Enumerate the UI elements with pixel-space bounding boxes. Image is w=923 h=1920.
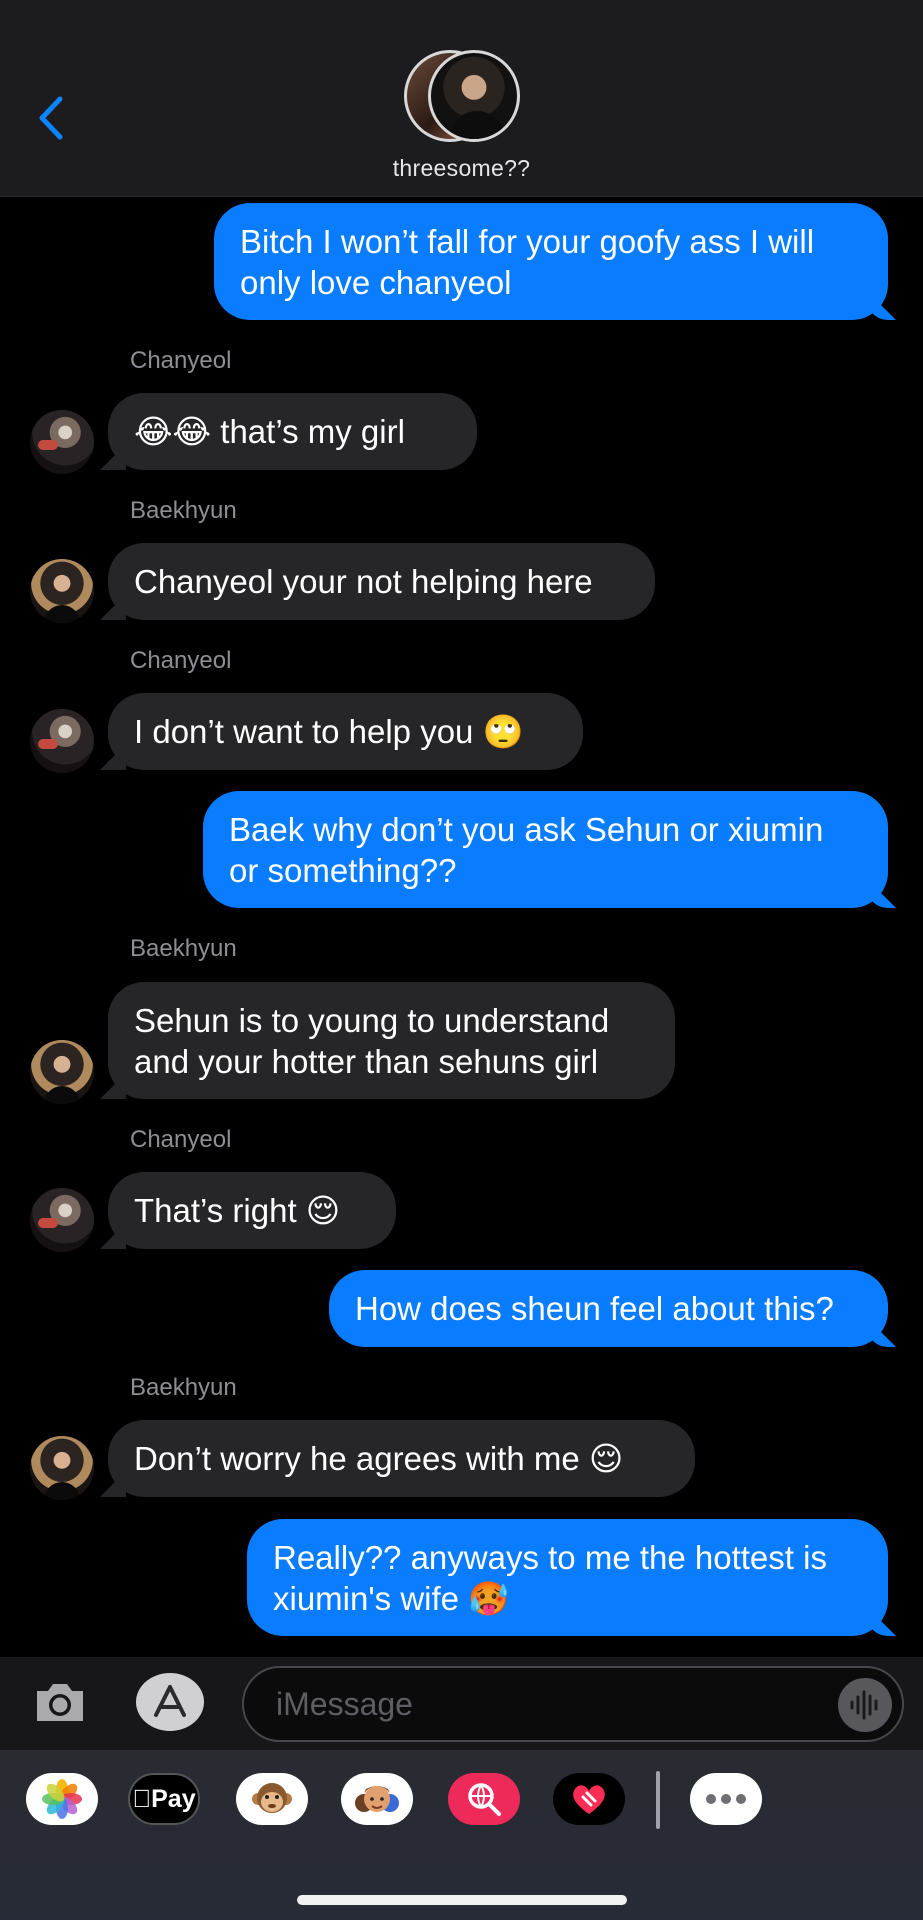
sender-name: Baekhyun [130, 935, 237, 962]
back-button[interactable] [30, 92, 70, 144]
message-thread: Bitch I won’t fall for your goofy ass I … [0, 197, 923, 1657]
imessage-app-drawer: Pay [0, 1750, 923, 1920]
outgoing-message-bubble[interactable]: Really?? anyways to me the hottest is xi… [247, 1519, 888, 1636]
avatar-chanyeol[interactable] [30, 1188, 94, 1252]
incoming-message-bubble[interactable]: I don’t want to help you 🙄 [108, 693, 583, 770]
message-text: Sehun is to young to understand and your… [134, 1002, 610, 1080]
conversation-header: threesome?? [0, 0, 923, 197]
photos-icon [42, 1779, 82, 1819]
sender-name: Chanyeol [130, 1126, 232, 1153]
audio-message-button[interactable] [838, 1678, 892, 1732]
member-avatar-front [428, 50, 520, 142]
outgoing-message-bubble[interactable]: Bitch I won’t fall for your goofy ass I … [214, 203, 888, 320]
globe-search-icon [468, 1783, 501, 1816]
app-store-button[interactable] [136, 1673, 204, 1731]
message-text: That’s right 😌 [134, 1192, 341, 1229]
sender-name: Baekhyun [130, 497, 237, 524]
sender-name: Chanyeol [130, 347, 232, 374]
sender-name: Chanyeol [130, 647, 232, 674]
incoming-message-bubble[interactable]: Chanyeol your not helping here [108, 543, 655, 620]
avatar-baekhyun[interactable] [30, 1040, 94, 1104]
incoming-message-bubble[interactable]: That’s right 😌 [108, 1172, 396, 1249]
incoming-message-bubble[interactable]: 😂😂 that’s my girl [108, 393, 477, 470]
message-text: Baek why don’t you ask Sehun or xiumin o… [229, 811, 824, 889]
message-text: Really?? anyways to me the hottest is xi… [273, 1539, 827, 1617]
avatar-baekhyun[interactable] [30, 1436, 94, 1500]
group-avatar[interactable] [404, 48, 520, 144]
group-name[interactable]: threesome?? [0, 155, 923, 182]
avatar-baekhyun[interactable] [30, 559, 94, 623]
waveform-icon [850, 1690, 878, 1720]
digital-touch-button[interactable] [553, 1773, 625, 1825]
app-store-icon [154, 1685, 186, 1717]
incoming-message-bubble[interactable]: Don’t worry he agrees with me 😌 [108, 1420, 695, 1497]
apple-pay-button[interactable]: Pay [128, 1773, 200, 1825]
message-text: How does sheun feel about this? [355, 1290, 834, 1327]
message-text: 😂😂 that’s my girl [134, 413, 405, 450]
app-drawer-divider [656, 1771, 660, 1829]
more-icon [706, 1794, 746, 1804]
message-text: Don’t worry he agrees with me 😌 [134, 1440, 624, 1477]
apple-pay-label: Pay [132, 1784, 195, 1813]
incoming-message-bubble[interactable]: Sehun is to young to understand and your… [108, 982, 675, 1099]
image-search-button[interactable] [448, 1773, 520, 1825]
camera-button[interactable] [30, 1675, 90, 1731]
photos-app-button[interactable] [26, 1773, 98, 1825]
chevron-left-icon [39, 96, 63, 140]
message-text: I don’t want to help you 🙄 [134, 713, 524, 750]
outgoing-message-bubble[interactable]: How does sheun feel about this? [329, 1270, 888, 1347]
avatar-chanyeol[interactable] [30, 410, 94, 474]
animoji-button[interactable] [236, 1773, 308, 1825]
compose-bar [0, 1657, 923, 1750]
monkey-icon [252, 1783, 292, 1813]
camera-icon [37, 1684, 83, 1721]
message-input[interactable] [276, 1668, 816, 1740]
avatar-chanyeol[interactable] [30, 709, 94, 773]
message-field[interactable] [242, 1666, 904, 1742]
outgoing-message-bubble[interactable]: Baek why don’t you ask Sehun or xiumin o… [203, 791, 888, 908]
memoji-button[interactable] [341, 1773, 413, 1825]
memoji-icon [355, 1786, 399, 1812]
sender-name: Baekhyun [130, 1374, 237, 1401]
heart-touch-icon [573, 1785, 605, 1814]
home-indicator[interactable] [297, 1895, 627, 1905]
message-text: Chanyeol your not helping here [134, 563, 593, 600]
more-apps-button[interactable] [690, 1773, 762, 1825]
message-text: Bitch I won’t fall for your goofy ass I … [240, 223, 815, 301]
